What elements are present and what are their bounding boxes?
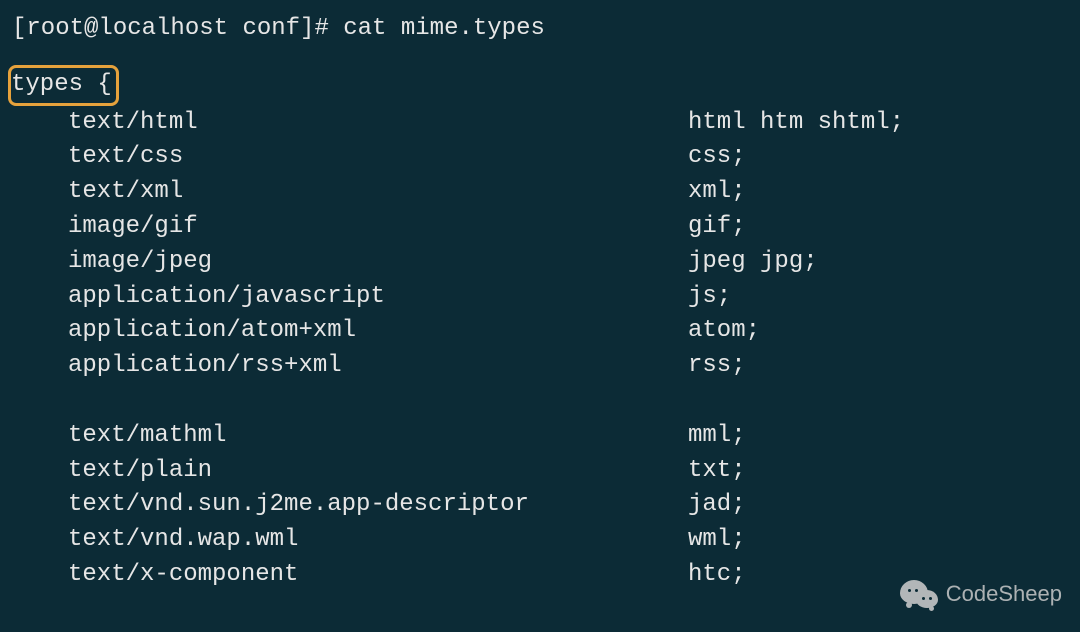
mime-row: text/vnd.sun.j2me.app-descriptorjad; — [12, 488, 1068, 523]
mime-row: image/gifgif; — [12, 210, 1068, 245]
mime-extensions: wml; — [688, 523, 746, 558]
mime-extensions: jpeg jpg; — [688, 245, 818, 280]
mime-extensions: rss; — [688, 349, 746, 384]
mime-extensions: js; — [688, 280, 731, 315]
mime-extensions: htc; — [688, 558, 746, 593]
watermark-text: CodeSheep — [946, 578, 1062, 610]
mime-row: application/javascriptjs; — [12, 280, 1068, 315]
mime-group-2: text/mathmlmml;text/plaintxt;text/vnd.su… — [12, 419, 1068, 593]
wechat-icon — [900, 578, 938, 610]
mime-type: application/atom+xml — [12, 314, 688, 349]
mime-group-1: text/htmlhtml htm shtml;text/csscss;text… — [12, 106, 1068, 384]
mime-row: text/xmlxml; — [12, 175, 1068, 210]
shell-prompt-line: [root@localhost conf]# cat mime.types — [12, 12, 1068, 47]
highlight-box: types { — [8, 65, 119, 106]
blank-line — [12, 384, 1068, 419]
mime-extensions: mml; — [688, 419, 746, 454]
mime-extensions: jad; — [688, 488, 746, 523]
mime-row: text/mathmlmml; — [12, 419, 1068, 454]
mime-type: text/vnd.sun.j2me.app-descriptor — [12, 488, 688, 523]
mime-type: image/jpeg — [12, 245, 688, 280]
mime-extensions: xml; — [688, 175, 746, 210]
terminal-output: [root@localhost conf]# cat mime.types ty… — [0, 0, 1080, 593]
mime-type: application/javascript — [12, 280, 688, 315]
mime-type: image/gif — [12, 210, 688, 245]
mime-extensions: txt; — [688, 454, 746, 489]
mime-row: text/htmlhtml htm shtml; — [12, 106, 1068, 141]
watermark: CodeSheep — [900, 578, 1062, 610]
types-open-brace: types { — [11, 71, 112, 98]
mime-type: application/rss+xml — [12, 349, 688, 384]
mime-type: text/plain — [12, 454, 688, 489]
types-block-open-wrapper: types { — [12, 47, 1068, 106]
mime-row: image/jpegjpeg jpg; — [12, 245, 1068, 280]
mime-extensions: gif; — [688, 210, 746, 245]
mime-extensions: css; — [688, 140, 746, 175]
mime-row: text/vnd.wap.wmlwml; — [12, 523, 1068, 558]
mime-type: text/css — [12, 140, 688, 175]
mime-type: text/xml — [12, 175, 688, 210]
mime-row: application/rss+xmlrss; — [12, 349, 1068, 384]
mime-extensions: atom; — [688, 314, 760, 349]
mime-row: application/atom+xmlatom; — [12, 314, 1068, 349]
mime-type: text/mathml — [12, 419, 688, 454]
mime-type: text/vnd.wap.wml — [12, 523, 688, 558]
mime-type: text/x-component — [12, 558, 688, 593]
mime-extensions: html htm shtml; — [688, 106, 904, 141]
mime-row: text/plaintxt; — [12, 454, 1068, 489]
mime-type: text/html — [12, 106, 688, 141]
mime-row: text/csscss; — [12, 140, 1068, 175]
